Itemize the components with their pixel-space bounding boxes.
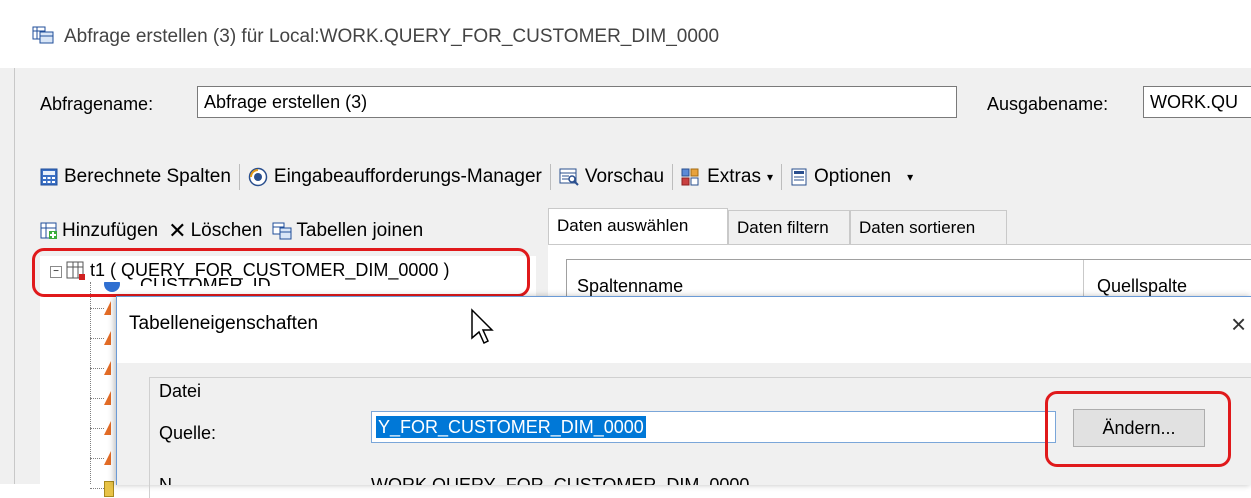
source-input[interactable]: Y_FOR_CUSTOMER_DIM_0000 (371, 411, 1056, 443)
numeric-column-icon (104, 481, 114, 497)
options-label: Optionen (813, 166, 892, 187)
dialog-title: Tabelleneigenschaften (129, 313, 319, 334)
chevron-down-icon: ▾ (907, 170, 914, 184)
preview-button[interactable]: Vorschau (559, 166, 664, 188)
join-tables-button[interactable]: Tabellen joinen (272, 220, 423, 242)
tab-strip: Daten auswählen Daten filtern Daten sort… (548, 208, 1251, 248)
query-toolbar: Berechnete Spalten Eingabeaufforderungs-… (40, 164, 913, 190)
tab-filter-data[interactable]: Daten filtern (728, 210, 850, 244)
character-column-icon (104, 451, 111, 465)
computed-columns-button[interactable]: Berechnete Spalten (40, 166, 231, 188)
extras-dropdown[interactable]: Extras ▾ (681, 166, 773, 188)
delete-label: Löschen (190, 220, 263, 241)
highlight-table-node (32, 248, 530, 297)
tree-line (90, 282, 91, 484)
extras-label: Extras (707, 166, 761, 187)
character-column-icon (104, 361, 111, 375)
extras-icon (681, 168, 699, 186)
query-name-label: Abfragename: (40, 94, 154, 114)
tree-branch (90, 368, 104, 369)
toolbar-separator (549, 164, 551, 190)
join-tables-icon (272, 222, 292, 240)
options-dropdown[interactable]: Optionen ▾ (790, 166, 913, 188)
toolbar-separator (238, 164, 240, 190)
source-label: Quelle: (159, 423, 217, 443)
add-table-icon (40, 222, 57, 239)
window-title: Abfrage erstellen (3) für Local:WORK.QUE… (64, 26, 720, 47)
toolbar-separator (780, 164, 782, 190)
grid-header-source-column[interactable]: Quellspalte (1097, 276, 1187, 297)
computed-columns-label: Berechnete Spalten (64, 166, 231, 187)
tree-branch (90, 458, 104, 459)
preview-icon (559, 168, 579, 186)
table-toolbar: Hinzufügen ✕ Löschen Tabellen joinen (40, 218, 423, 244)
character-column-icon (104, 391, 111, 405)
file-group-label: Datei (159, 381, 202, 401)
output-name-input[interactable]: WORK.QU (1143, 86, 1251, 118)
query-builder-icon (32, 26, 54, 44)
output-name-label: Ausgabename: (987, 94, 1109, 114)
tree-branch (90, 338, 104, 339)
calculator-icon (40, 168, 58, 186)
tree-branch (90, 488, 104, 489)
query-name-input[interactable]: Abfrage erstellen (3) (197, 86, 957, 118)
prompt-manager-label: Eingabeaufforderungs-Manager (273, 166, 542, 187)
tree-branch (90, 428, 104, 429)
close-icon: ✕ (168, 218, 187, 243)
grid-header-column-name[interactable]: Spaltenname (577, 276, 683, 297)
mouse-cursor-icon (471, 308, 494, 345)
chevron-down-icon: ▾ (766, 170, 773, 184)
dialog-body: Datei Quelle: Y_FOR_CUSTOMER_DIM_0000 Än… (117, 363, 1251, 498)
add-table-label: Hinzufügen (62, 220, 159, 241)
join-tables-label: Tabellen joinen (296, 220, 424, 241)
prompt-manager-button[interactable]: Eingabeaufforderungs-Manager (248, 166, 542, 188)
prompt-manager-icon (248, 167, 268, 187)
tab-sort-data[interactable]: Daten sortieren (850, 210, 1007, 244)
title-bar: Abfrage erstellen (3) für Local:WORK.QUE… (0, 0, 1251, 68)
table-properties-dialog: Tabelleneigenschaften × Datei Quelle: Y_… (116, 296, 1251, 498)
add-table-button[interactable]: Hinzufügen (40, 220, 158, 242)
source-input-selection: Y_FOR_CUSTOMER_DIM_0000 (376, 416, 646, 438)
preview-label: Vorschau (584, 166, 665, 187)
tree-branch (90, 308, 104, 309)
close-icon[interactable]: × (1231, 309, 1246, 340)
delete-button[interactable]: ✕ Löschen (168, 218, 262, 244)
options-icon (791, 168, 807, 186)
character-column-icon (104, 421, 111, 435)
highlight-change-button (1045, 391, 1231, 467)
character-column-icon (104, 331, 111, 345)
tree-branch (90, 398, 104, 399)
toolbar-separator (672, 164, 674, 190)
tab-select-data[interactable]: Daten auswählen (548, 208, 728, 244)
character-column-icon (104, 301, 111, 315)
window-edge (14, 0, 15, 484)
